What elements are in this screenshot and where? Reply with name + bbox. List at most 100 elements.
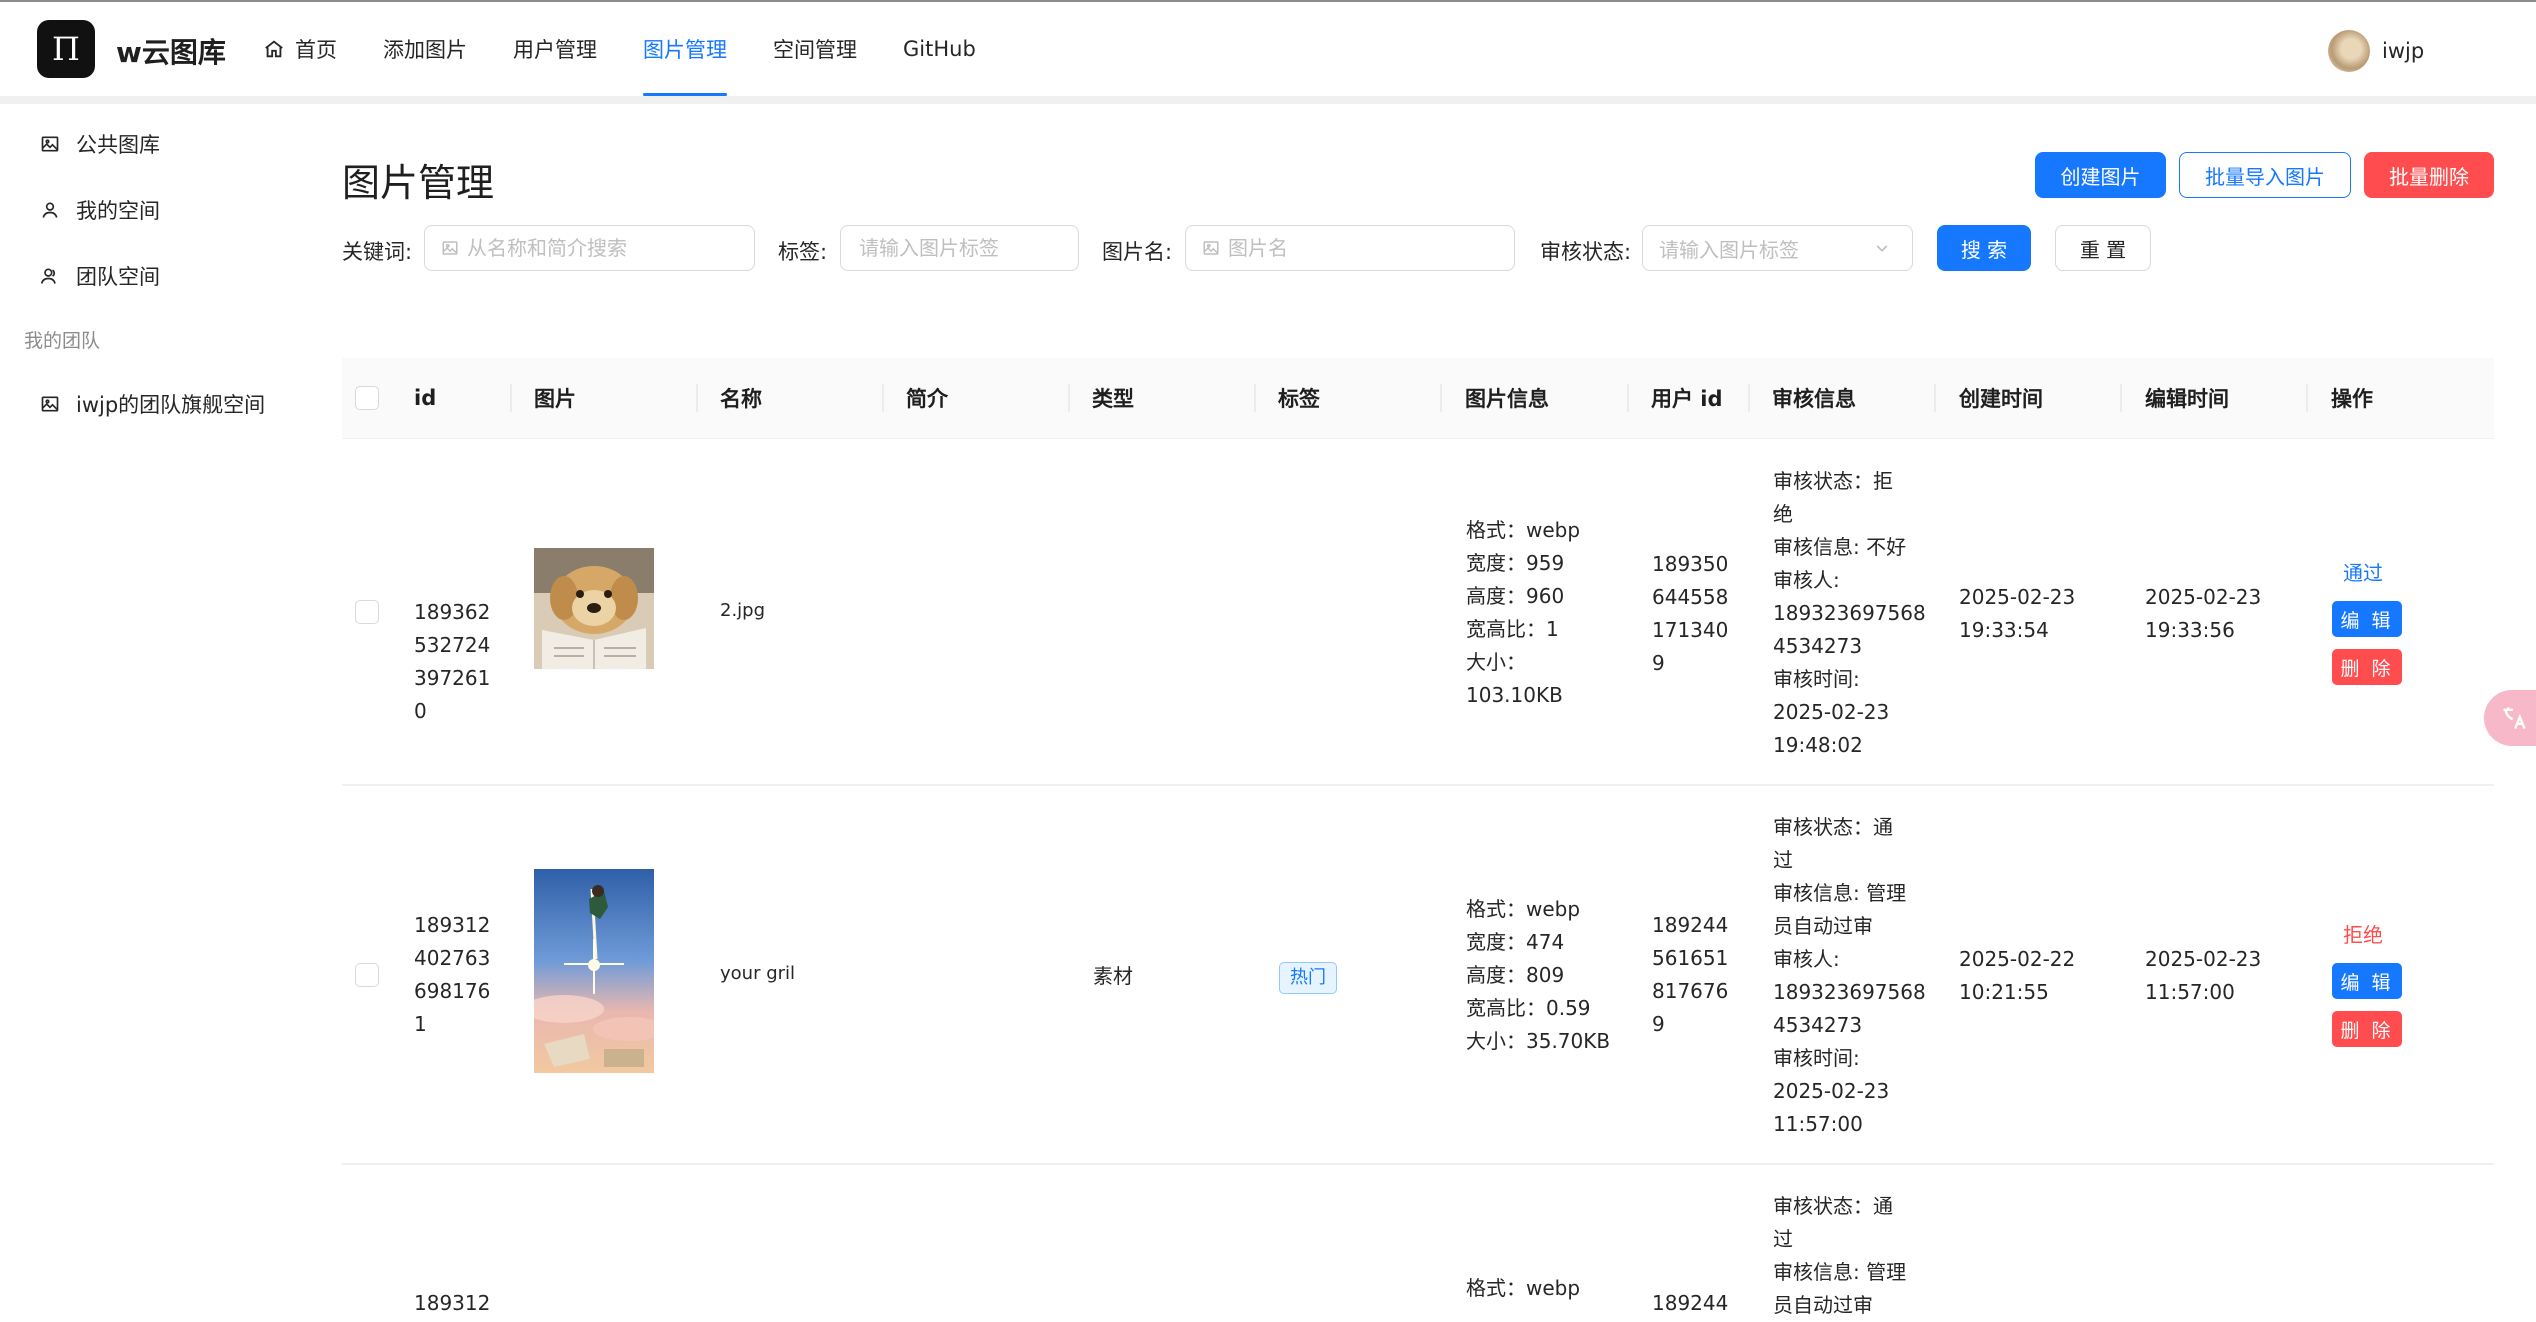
column-divider <box>882 384 884 412</box>
review-info-line: 审核状态：通 <box>1773 815 1893 839</box>
column-header-picture[interactable]: 图片 <box>534 358 576 438</box>
row-divider <box>342 1163 2494 1165</box>
tag-input-wrapper[interactable] <box>840 225 1079 271</box>
page-title: 图片管理 <box>342 161 495 205</box>
table-header: id 图片 名称 简介 类型 标签 图片信息 用户 id 审核信息 创建时间 编… <box>342 358 2494 439</box>
picture-info-line: 高度：809 <box>1466 963 1565 987</box>
row-id-line: 0 <box>414 699 427 723</box>
row-id-line: 402763 <box>414 946 491 970</box>
column-header-review-info[interactable]: 审核信息 <box>1772 358 1856 438</box>
picture-thumbnail-dog[interactable] <box>534 548 654 669</box>
review-status-label: 审核状态: <box>1540 240 1632 264</box>
picture-info-line: 103.10KB <box>1466 683 1563 707</box>
nav-user-manage[interactable]: 用户管理 <box>490 2 620 96</box>
nav-picture-manage[interactable]: 图片管理 <box>620 2 750 96</box>
delete-button[interactable]: 删 除 <box>2332 649 2402 685</box>
review-info-line: 审核时间: <box>1773 667 1860 691</box>
sidebar-item-team-flagship-space[interactable]: iwjp的团队旗舰空间 <box>0 378 290 430</box>
nav-add-picture[interactable]: 添加图片 <box>360 2 490 96</box>
app-logo[interactable]: Π <box>37 20 95 78</box>
user-id-line: 9 <box>1652 1012 1665 1036</box>
column-divider <box>510 384 512 412</box>
row-id: 189312 <box>414 1287 490 1320</box>
row-id: 189362 532724 397261 0 <box>414 596 490 728</box>
review-info-line: 绝 <box>1773 502 1793 526</box>
create-time-line: 19:33:54 <box>1959 618 2049 642</box>
avatar[interactable] <box>2328 30 2370 72</box>
review-info-line: 11:57:00 <box>1773 1112 1863 1136</box>
row-id-line: 397261 <box>414 666 491 690</box>
review-info-line: 189323697568 <box>1773 980 1926 1004</box>
review-info-line: 4534273 <box>1773 634 1863 658</box>
batch-import-button[interactable]: 批量导入图片 <box>2179 152 2351 198</box>
row-checkbox[interactable] <box>355 963 379 987</box>
create-time-line: 2025-02-23 <box>1959 585 2076 609</box>
picture-icon <box>442 241 458 255</box>
row-picture-info: 格式：webp <box>1466 1272 1580 1305</box>
search-button[interactable]: 搜 索 <box>1937 225 2031 271</box>
reject-link[interactable]: 拒绝 <box>2343 919 2383 948</box>
nav-space-manage[interactable]: 空间管理 <box>750 2 880 96</box>
translate-float-button[interactable] <box>2484 690 2536 746</box>
sidebar-item-label: 团队空间 <box>76 265 160 289</box>
row-divider <box>342 784 2494 786</box>
nav-home[interactable]: 首页 <box>240 2 360 96</box>
sidebar: 公共图库 我的空间 团队空间 我的团队 iwjp的团队旗舰空间 <box>0 104 305 1300</box>
review-info-line: 189323697568 <box>1773 601 1926 625</box>
picture-info-line: 格式：webp <box>1466 897 1581 921</box>
column-header-intro[interactable]: 简介 <box>906 358 948 438</box>
header-divider <box>0 96 2536 104</box>
column-header-id[interactable]: id <box>414 358 436 438</box>
sidebar-item-public-gallery[interactable]: 公共图库 <box>0 118 290 170</box>
row-review-info: 审核状态：拒 绝 审核信息: 不好 审核人: 189323697568 4534… <box>1773 465 1926 762</box>
user-menu[interactable]: iwjp <box>2328 30 2424 72</box>
select-all-checkbox[interactable] <box>355 386 379 410</box>
column-divider <box>1748 384 1750 412</box>
column-header-user-id[interactable]: 用户 id <box>1651 358 1723 438</box>
row-checkbox[interactable] <box>355 600 379 624</box>
review-status-select[interactable]: 请输入图片标签 <box>1642 225 1913 271</box>
sidebar-item-label: 我的空间 <box>76 199 160 223</box>
edit-button[interactable]: 编 辑 <box>2332 963 2402 999</box>
row-user-id: 189244 <box>1652 1287 1728 1320</box>
delete-button[interactable]: 删 除 <box>2332 1011 2402 1047</box>
nav-add-picture-label: 添加图片 <box>383 38 467 62</box>
create-time-line: 2025-02-22 <box>1959 947 2076 971</box>
tag-input[interactable] <box>857 235 1078 261</box>
batch-delete-button[interactable]: 批量删除 <box>2364 152 2494 198</box>
approve-link[interactable]: 通过 <box>2343 557 2383 586</box>
create-picture-button[interactable]: 创建图片 <box>2035 152 2166 198</box>
column-divider <box>1068 384 1070 412</box>
row-edit-time: 2025-02-23 11:57:00 <box>2145 943 2261 1009</box>
picture-icon <box>41 136 59 152</box>
picture-icon <box>1203 241 1219 255</box>
nav-github[interactable]: GitHub <box>880 2 999 96</box>
picture-name-input[interactable] <box>1226 235 1514 261</box>
top-nav: 首页 添加图片 用户管理 图片管理 空间管理 GitHub <box>240 2 999 96</box>
row-name: 2.jpg <box>720 600 766 621</box>
user-id-line: 171340 <box>1652 618 1729 642</box>
picture-info-line: 大小： <box>1466 650 1526 674</box>
edit-button[interactable]: 编 辑 <box>2332 601 2402 637</box>
column-header-picture-info[interactable]: 图片信息 <box>1465 358 1549 438</box>
review-info-line: 审核信息: 管理 <box>1773 881 1907 905</box>
sidebar-item-my-space[interactable]: 我的空间 <box>0 184 290 236</box>
keyword-input-wrapper[interactable] <box>424 225 755 271</box>
column-header-tags[interactable]: 标签 <box>1278 358 1320 438</box>
column-header-create-time[interactable]: 创建时间 <box>1959 358 2043 438</box>
column-header-name[interactable]: 名称 <box>720 358 762 438</box>
column-header-category[interactable]: 类型 <box>1092 358 1134 438</box>
column-divider <box>1627 384 1629 412</box>
picture-name-input-wrapper[interactable] <box>1185 225 1515 271</box>
sidebar-item-team-space[interactable]: 团队空间 <box>0 250 290 302</box>
review-info-line: 员自动过审 <box>1773 1293 1873 1317</box>
team-icon <box>40 268 56 284</box>
column-header-edit-time[interactable]: 编辑时间 <box>2145 358 2229 438</box>
app-title[interactable]: w云图库 <box>116 31 226 71</box>
user-id-line: 9 <box>1652 651 1665 675</box>
picture-thumbnail-anime-girl[interactable] <box>534 869 654 1073</box>
keyword-input[interactable] <box>465 235 754 261</box>
row-picture-info: 格式：webp 宽度：959 高度：960 宽高比：1 大小： 103.10KB <box>1466 514 1580 712</box>
reset-button[interactable]: 重 置 <box>2055 225 2151 271</box>
column-divider <box>2306 384 2308 412</box>
